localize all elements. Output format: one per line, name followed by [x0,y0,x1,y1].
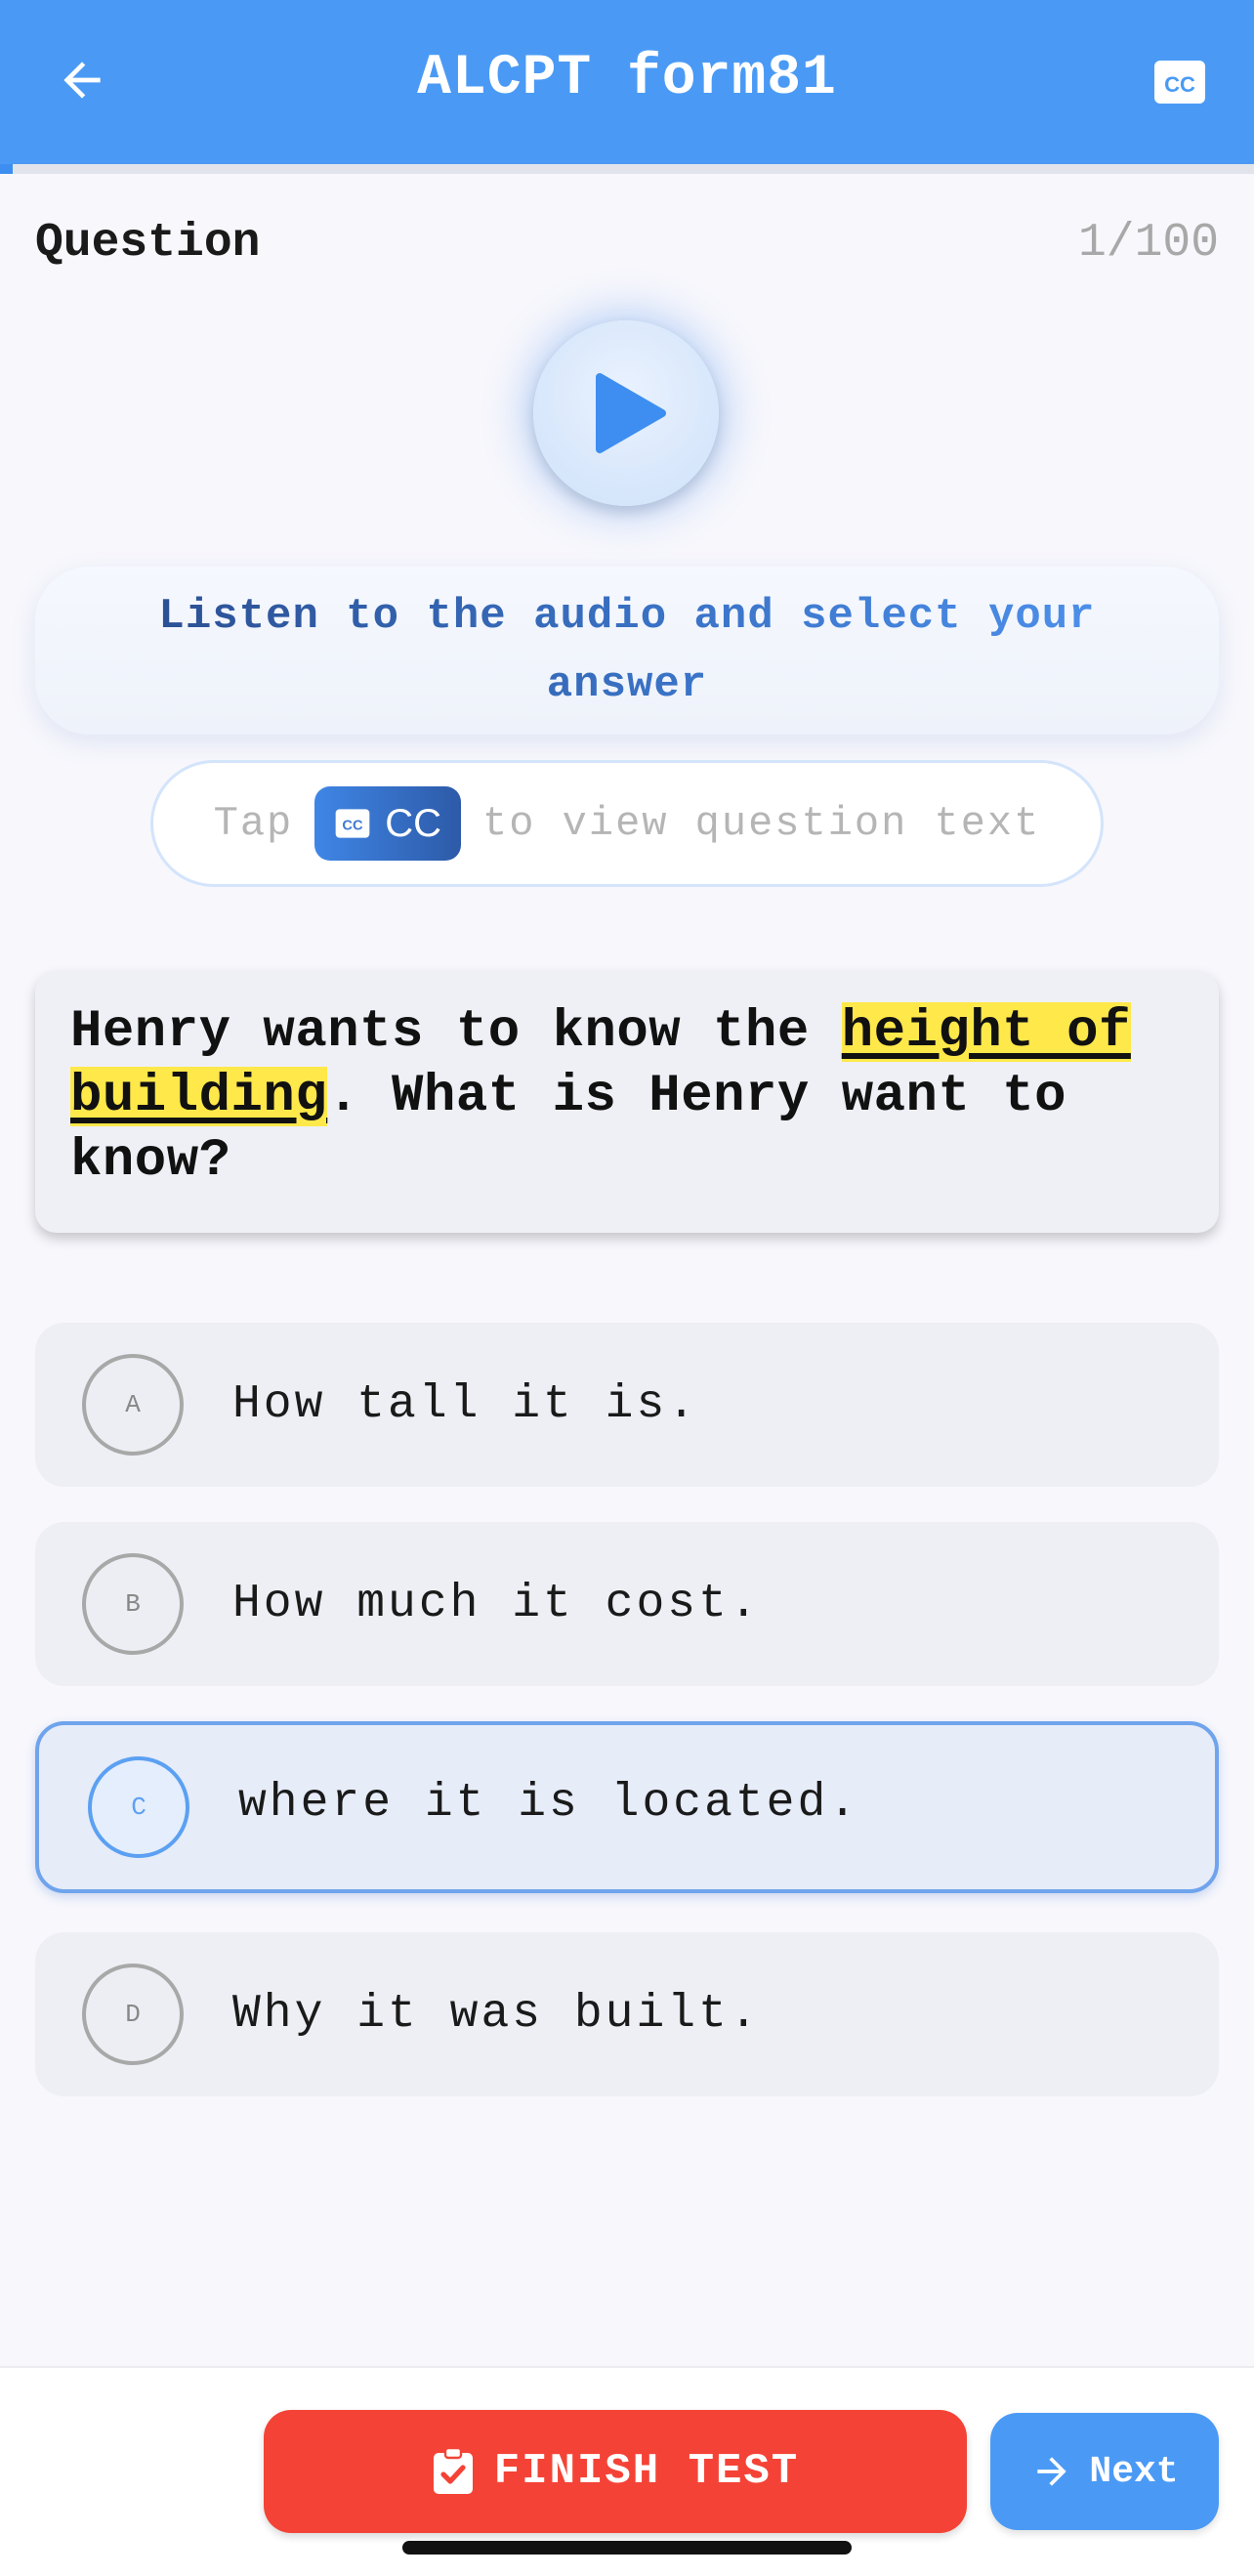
closed-captions-icon: CC [1154,61,1205,104]
option-letter-d: D [82,1964,184,2065]
finish-test-button[interactable]: FINISH TEST [264,2410,967,2533]
answer-option-a[interactable]: A How tall it is. [35,1323,1219,1487]
instruction-text: Listen to the audio and select your answ… [94,582,1160,719]
question-counter: 1/100 [1077,217,1219,270]
option-text-d: Why it was built. [232,1988,761,2041]
svg-text:CC: CC [1164,72,1195,97]
arrow-left-icon [63,62,101,99]
answer-option-d[interactable]: D Why it was built. [35,1932,1219,2096]
question-text-before: Henry wants to know the [70,1002,842,1062]
option-letter-a: A [82,1354,184,1456]
home-indicator [402,2541,852,2555]
option-text-a: How tall it is. [232,1378,699,1431]
option-text-b: How much it cost. [232,1578,761,1630]
cc-hint-prefix: Tap [213,800,294,847]
option-letter-c: C [88,1756,189,1858]
app-bar [0,0,1254,164]
finish-test-label: FINISH TEST [493,2447,800,2496]
svg-text:CC: CC [343,819,364,834]
progress-bar [0,164,1254,174]
question-text: Henry wants to know the height of buildi… [70,1000,1184,1194]
cc-chip-label: CC [385,801,442,845]
progress-bar-fill [0,164,13,174]
question-text-card: Henry wants to know the height of buildi… [35,971,1219,1233]
option-text-c: where it is located. [238,1777,860,1830]
answer-option-c[interactable]: C where it is located. [35,1721,1219,1893]
next-button[interactable]: Next [990,2413,1219,2530]
option-letter-b: B [82,1553,184,1655]
next-label: Next [1089,2450,1179,2493]
cc-chip-button[interactable]: CC CC [314,786,462,861]
arrow-right-icon [1037,2457,1067,2486]
clipboard-check-icon [433,2447,473,2494]
question-label: Question [35,217,261,270]
back-button[interactable] [45,43,119,117]
closed-captions-button[interactable]: CC [1150,55,1209,109]
closed-captions-icon: CC [335,809,370,838]
cc-hint: Tap CC CC to view question text [150,760,1104,887]
cc-hint-suffix: to view question text [482,800,1041,847]
play-icon [596,373,666,453]
play-audio-button[interactable] [533,320,719,506]
answer-option-b[interactable]: B How much it cost. [35,1522,1219,1686]
instruction-card: Listen to the audio and select your answ… [35,567,1219,735]
